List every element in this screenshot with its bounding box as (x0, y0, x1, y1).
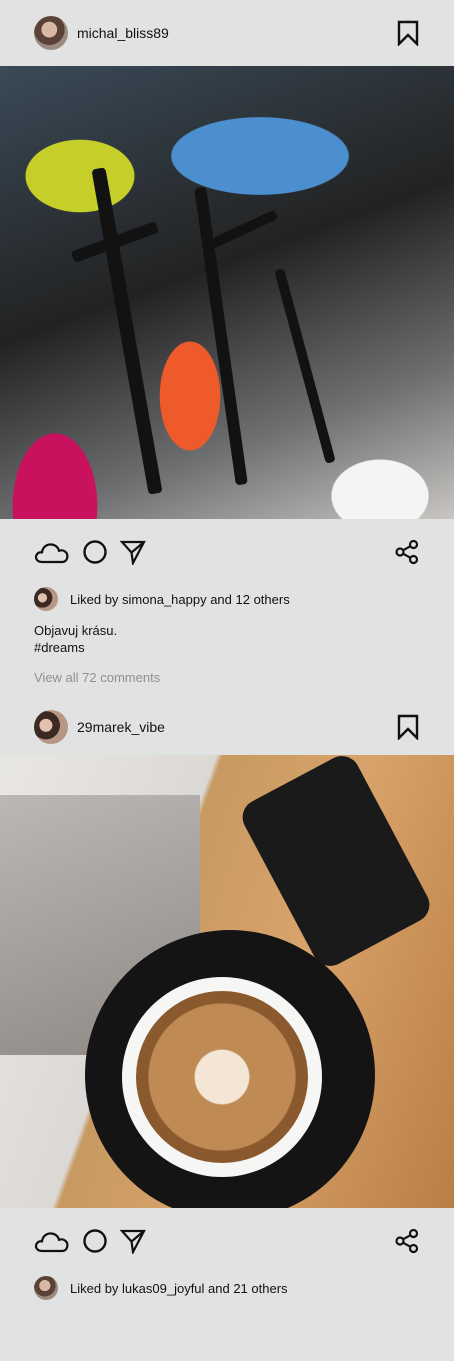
likes-text[interactable]: Liked by lukas09_joyful and 21 others (70, 1281, 288, 1296)
cloud-icon[interactable] (34, 1228, 70, 1254)
caption-hashtag[interactable]: #dreams (34, 639, 420, 656)
feed: michal_bliss89 Liked by simona_happy and… (0, 0, 454, 1361)
bookmark-icon[interactable] (396, 20, 420, 47)
post-actions (0, 519, 454, 585)
likes-text[interactable]: Liked by simona_happy and 12 others (70, 592, 290, 607)
post: 29marek_vibe Liked by lukas09_joyful and… (0, 699, 454, 1302)
post-header: 29marek_vibe (0, 699, 454, 755)
send-icon[interactable] (120, 1228, 146, 1254)
post-actions (0, 1208, 454, 1274)
circle-icon[interactable] (82, 1228, 108, 1254)
send-icon[interactable] (120, 539, 146, 565)
likes-row: Liked by simona_happy and 12 others (0, 585, 454, 613)
post-header: michal_bliss89 (0, 0, 454, 66)
username[interactable]: michal_bliss89 (77, 25, 169, 41)
post-image[interactable] (0, 66, 454, 519)
likes-row: Liked by lukas09_joyful and 21 others (0, 1274, 454, 1302)
liker-avatar[interactable] (34, 1276, 58, 1300)
post-image[interactable] (0, 755, 454, 1208)
share-icon[interactable] (394, 1228, 420, 1254)
view-comments-link[interactable]: View all 72 comments (0, 656, 454, 685)
circle-icon[interactable] (82, 539, 108, 565)
liker-avatar[interactable] (34, 587, 58, 611)
avatar[interactable] (34, 16, 68, 50)
avatar[interactable] (34, 710, 68, 744)
caption-text: Objavuj krásu. (34, 623, 118, 638)
bookmark-icon[interactable] (396, 714, 420, 741)
username[interactable]: 29marek_vibe (77, 719, 165, 735)
post: michal_bliss89 Liked by simona_happy and… (0, 0, 454, 685)
share-icon[interactable] (394, 539, 420, 565)
cloud-icon[interactable] (34, 539, 70, 565)
post-caption: Objavuj krásu. #dreams (0, 613, 454, 656)
